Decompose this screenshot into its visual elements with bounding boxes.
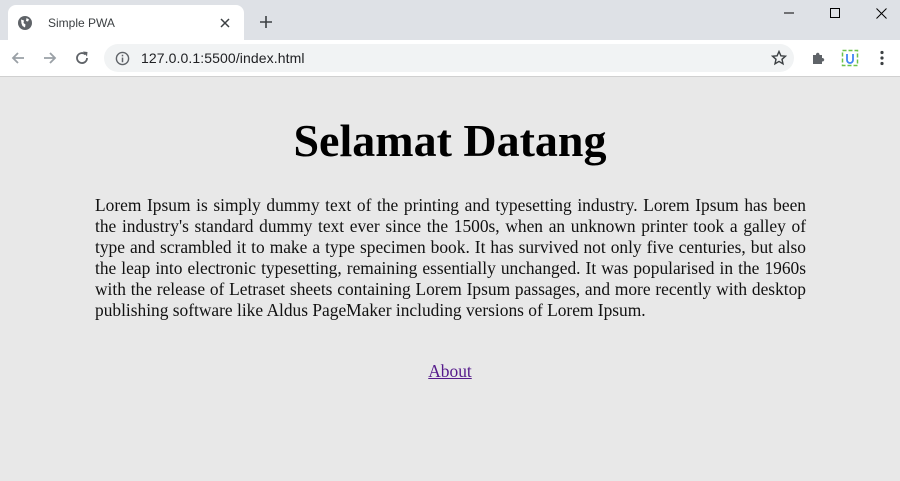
globe-icon xyxy=(17,15,33,31)
window-close-button[interactable] xyxy=(858,0,900,26)
tab-title: Simple PWA xyxy=(48,15,115,30)
browser-chrome: Simple PWA 127.0.0.1:5500/index.html xyxy=(0,0,900,77)
url-text: 127.0.0.1:5500/index.html xyxy=(141,50,305,66)
address-bar[interactable]: 127.0.0.1:5500/index.html xyxy=(104,44,794,72)
tab-close-icon[interactable] xyxy=(216,14,234,32)
back-button[interactable] xyxy=(6,46,30,70)
tab-strip: Simple PWA xyxy=(0,0,900,40)
maximize-icon xyxy=(830,8,840,18)
browser-tab[interactable]: Simple PWA xyxy=(8,5,244,40)
puzzle-icon[interactable] xyxy=(808,48,828,68)
reload-button[interactable] xyxy=(70,46,94,70)
body-paragraph: Lorem Ipsum is simply dummy text of the … xyxy=(95,195,806,320)
minimize-icon xyxy=(784,12,794,14)
new-tab-button[interactable] xyxy=(256,12,276,32)
browser-toolbar: 127.0.0.1:5500/index.html xyxy=(0,40,900,77)
close-icon xyxy=(875,7,887,19)
minimize-button[interactable] xyxy=(766,0,812,26)
back-arrow-icon xyxy=(11,52,24,64)
maximize-button[interactable] xyxy=(812,0,858,26)
page-title: Selamat Datang xyxy=(293,115,607,166)
about-link-container: About xyxy=(0,361,900,382)
page-content: Selamat Datang Lorem Ipsum is simply dum… xyxy=(0,77,900,481)
menu-icon[interactable] xyxy=(872,48,892,68)
extension-icon[interactable] xyxy=(840,48,860,68)
star-icon[interactable] xyxy=(770,49,788,67)
plus-icon xyxy=(260,16,272,28)
about-link[interactable]: About xyxy=(428,361,471,381)
info-icon[interactable] xyxy=(114,50,130,66)
reload-icon xyxy=(76,51,88,64)
forward-button[interactable] xyxy=(38,46,62,70)
forward-arrow-icon xyxy=(44,52,57,64)
